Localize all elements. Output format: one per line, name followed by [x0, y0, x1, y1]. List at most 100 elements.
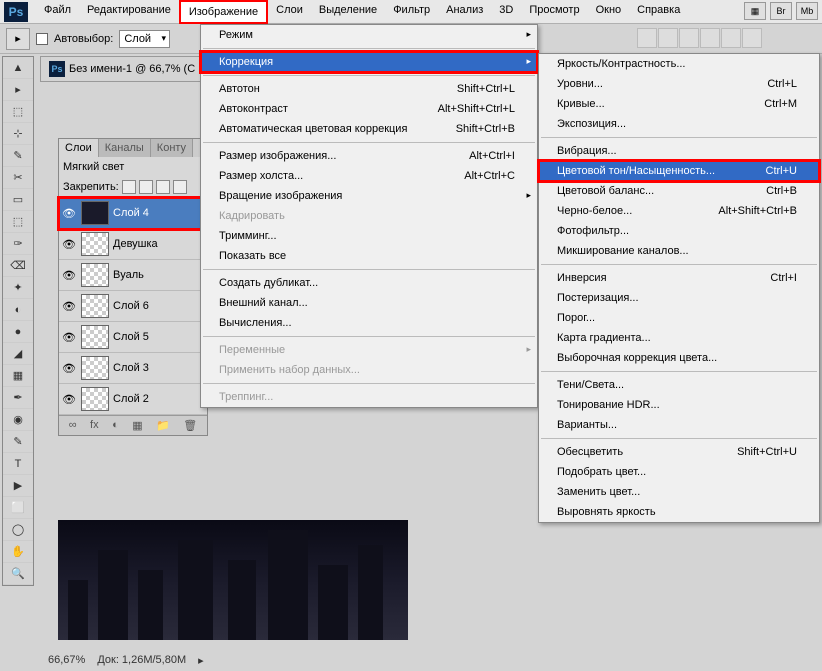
menu-item[interactable]: Размер изображения...Alt+Ctrl+I	[201, 146, 537, 166]
layer-footer-icon[interactable]: ◐	[112, 419, 119, 432]
tool-button[interactable]: ▶	[3, 475, 33, 497]
menu-item[interactable]: Вибрация...	[539, 141, 819, 161]
menu-item[interactable]: Экспозиция...	[539, 114, 819, 134]
menu-item[interactable]: Тримминг...	[201, 226, 537, 246]
visibility-icon[interactable]: 👁	[61, 392, 77, 406]
menu-item[interactable]: Постеризация...	[539, 288, 819, 308]
layer-row[interactable]: 👁Вуаль	[59, 260, 207, 291]
menu-item[interactable]: Размер холста...Alt+Ctrl+C	[201, 166, 537, 186]
tool-button[interactable]: ◯	[3, 519, 33, 541]
tool-button[interactable]: ⊹	[3, 123, 33, 145]
layer-footer-icon[interactable]: ∞	[69, 419, 77, 432]
align-icon[interactable]	[637, 28, 657, 48]
tab-paths[interactable]: Конту	[151, 139, 193, 157]
tool-button[interactable]: ✎	[3, 431, 33, 453]
menu-item[interactable]: Подобрать цвет...	[539, 462, 819, 482]
document-tab[interactable]: Ps Без имени-1 @ 66,7% (С	[40, 56, 204, 82]
layer-footer-icon[interactable]: 🗑	[183, 419, 197, 432]
menu-справка[interactable]: Справка	[629, 0, 688, 24]
menu-item[interactable]: Микширование каналов...	[539, 241, 819, 261]
menu-item[interactable]: ИнверсияCtrl+I	[539, 268, 819, 288]
menu-просмотр[interactable]: Просмотр	[521, 0, 587, 24]
titlebar-icon[interactable]: Br	[770, 2, 792, 20]
tool-button[interactable]: ✑	[3, 233, 33, 255]
tool-button[interactable]: T	[3, 453, 33, 475]
tool-button[interactable]: ▦	[3, 365, 33, 387]
layer-thumbnail[interactable]	[81, 294, 109, 318]
visibility-icon[interactable]: 👁	[61, 237, 77, 251]
tool-button[interactable]: ⌫	[3, 255, 33, 277]
layer-thumbnail[interactable]	[81, 387, 109, 411]
layer-row[interactable]: 👁Слой 4	[59, 198, 207, 229]
menu-item[interactable]: Яркость/Контрастность...	[539, 54, 819, 74]
layer-thumbnail[interactable]	[81, 356, 109, 380]
visibility-icon[interactable]: 👁	[61, 268, 77, 282]
menu-item[interactable]: Вращение изображения	[201, 186, 537, 206]
menu-item[interactable]: Вычисления...	[201, 313, 537, 333]
layer-row[interactable]: 👁Слой 6	[59, 291, 207, 322]
menu-item[interactable]: ОбесцветитьShift+Ctrl+U	[539, 442, 819, 462]
menu-редактирование[interactable]: Редактирование	[79, 0, 179, 24]
tool-button[interactable]: ✂	[3, 167, 33, 189]
tool-button[interactable]: ●	[3, 321, 33, 343]
tool-button[interactable]: ⬚	[3, 211, 33, 233]
tool-button[interactable]: ✦	[3, 277, 33, 299]
tool-button[interactable]: ◐	[3, 299, 33, 321]
menu-изображение[interactable]: Изображение	[179, 0, 268, 24]
tab-channels[interactable]: Каналы	[99, 139, 151, 157]
tool-button[interactable]: ✎	[3, 145, 33, 167]
tool-button[interactable]: ◉	[3, 409, 33, 431]
layer-footer-icon[interactable]: ▦	[132, 419, 142, 432]
layer-thumbnail[interactable]	[81, 263, 109, 287]
menu-окно[interactable]: Окно	[588, 0, 630, 24]
menu-item[interactable]: Коррекция	[201, 52, 537, 72]
menu-item[interactable]: Режим	[201, 25, 537, 45]
tool-button[interactable]: ▸	[3, 79, 33, 101]
titlebar-icon[interactable]: ▦	[744, 2, 766, 20]
align-icon[interactable]	[700, 28, 720, 48]
autoselect-dropdown[interactable]: Слой	[119, 30, 170, 48]
menu-item[interactable]: Показать все	[201, 246, 537, 266]
menu-item[interactable]: Тонирование HDR...	[539, 395, 819, 415]
layer-thumbnail[interactable]	[81, 325, 109, 349]
menu-item[interactable]: Цветовой баланс...Ctrl+B	[539, 181, 819, 201]
menu-item[interactable]: Варианты...	[539, 415, 819, 435]
visibility-icon[interactable]: 👁	[61, 361, 77, 375]
tool-button[interactable]: 🔍	[3, 563, 33, 585]
layer-footer-icon[interactable]: fx	[90, 419, 99, 432]
layer-footer-icon[interactable]: 📁	[156, 419, 170, 432]
visibility-icon[interactable]: 👁	[61, 206, 77, 220]
visibility-icon[interactable]: 👁	[61, 330, 77, 344]
tool-button[interactable]: ⬚	[3, 101, 33, 123]
align-icon[interactable]	[742, 28, 762, 48]
menu-item[interactable]: Автоматическая цветовая коррекцияShift+C…	[201, 119, 537, 139]
tool-button[interactable]: ▲	[3, 57, 33, 79]
menu-item[interactable]: Кривые...Ctrl+M	[539, 94, 819, 114]
menu-item[interactable]: Цветовой тон/Насыщенность...Ctrl+U	[539, 161, 819, 181]
menu-item[interactable]: Порог...	[539, 308, 819, 328]
zoom-level[interactable]: 66,67%	[48, 654, 85, 666]
layer-row[interactable]: 👁Слой 3	[59, 353, 207, 384]
visibility-icon[interactable]: 👁	[61, 299, 77, 313]
autoselect-checkbox[interactable]	[36, 33, 48, 45]
tool-button[interactable]: ✒	[3, 387, 33, 409]
layer-row[interactable]: 👁Слой 2	[59, 384, 207, 415]
lock-transparency-icon[interactable]	[122, 180, 136, 194]
align-icon[interactable]	[721, 28, 741, 48]
menu-item[interactable]: Выборочная коррекция цвета...	[539, 348, 819, 368]
blend-mode[interactable]: Мягкий свет	[59, 157, 207, 177]
menu-файл[interactable]: Файл	[36, 0, 79, 24]
status-arrow-icon[interactable]: ▸	[198, 654, 204, 667]
menu-item[interactable]: Фотофильтр...	[539, 221, 819, 241]
tool-button[interactable]: ▭	[3, 189, 33, 211]
menu-фильтр[interactable]: Фильтр	[385, 0, 438, 24]
layer-thumbnail[interactable]	[81, 201, 109, 225]
menu-item[interactable]: АвтотонShift+Ctrl+L	[201, 79, 537, 99]
menu-item[interactable]: АвтоконтрастAlt+Shift+Ctrl+L	[201, 99, 537, 119]
align-icon[interactable]	[658, 28, 678, 48]
align-icon[interactable]	[679, 28, 699, 48]
menu-item[interactable]: Заменить цвет...	[539, 482, 819, 502]
menu-анализ[interactable]: Анализ	[438, 0, 491, 24]
tool-button[interactable]: ◢	[3, 343, 33, 365]
tab-layers[interactable]: Слои	[59, 139, 99, 157]
